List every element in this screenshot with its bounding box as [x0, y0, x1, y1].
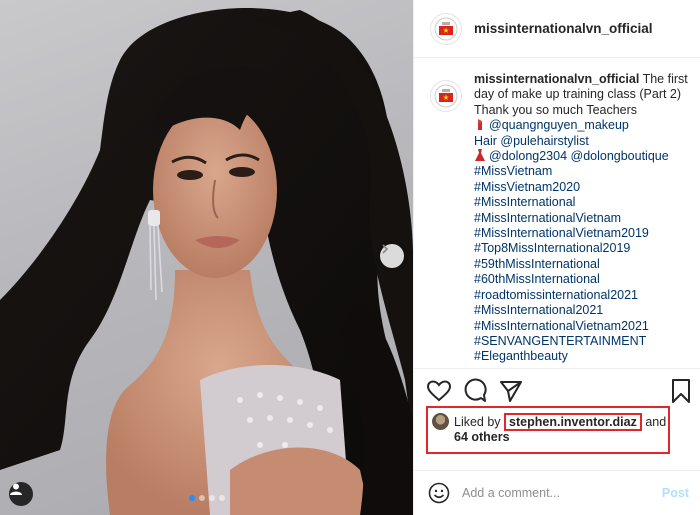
liked-by-label: Liked by: [454, 415, 501, 429]
caption-area: missinternationalvn_official The first d…: [430, 72, 700, 368]
post-comment-button[interactable]: Post: [662, 486, 689, 500]
lipstick-emoji-icon: [478, 119, 482, 131]
bookmark-icon[interactable]: [668, 378, 694, 404]
hashtag-link[interactable]: #MissInternationalVietnam2019: [474, 226, 689, 241]
mention-link[interactable]: Hair @pulehairstylist: [474, 134, 689, 149]
caption-username[interactable]: missinternationalvn_official: [474, 72, 639, 86]
comment-bar: Post: [414, 470, 700, 515]
hashtag-link[interactable]: #59thMissInternational: [474, 257, 689, 272]
post-header: missinternationalvn_official: [414, 0, 700, 58]
carousel-indicators: [0, 495, 413, 501]
likes-section: Liked by stephen.inventor.diaz and 64 ot…: [426, 406, 670, 454]
hashtag-link[interactable]: #SENVANGENTERTAINMENT: [474, 334, 689, 349]
hashtag-link[interactable]: #60thMissInternational: [474, 272, 689, 287]
caption-line: Thank you so much Teachers: [474, 102, 638, 117]
avatar[interactable]: [430, 12, 462, 45]
hashtag-link[interactable]: #MissInternationalVietnam2021: [474, 319, 689, 334]
carousel-dot: [218, 495, 225, 501]
likes-and-label: and: [645, 415, 667, 429]
post-author-username[interactable]: missinternationalvn_official: [474, 21, 653, 36]
likes-text: Liked by stephen.inventor.diaz and: [454, 413, 666, 431]
liker-avatar[interactable]: [432, 413, 449, 430]
hashtag-link[interactable]: #Top8MissInternational2019: [474, 241, 689, 256]
mention-link[interactable]: @quangnguyen_makeup: [489, 118, 629, 132]
caption-line: The first: [642, 72, 688, 86]
comment-input[interactable]: [462, 486, 642, 500]
hashtag-link[interactable]: #MissInternationalVietnam: [474, 211, 689, 226]
hashtag-link[interactable]: #MissVietnam2020: [474, 180, 689, 195]
caption-line-makeup: @quangnguyen_makeup: [474, 118, 689, 133]
carousel-dot: [198, 495, 205, 501]
chevron-right-icon: [382, 244, 389, 254]
caption-line: day of make up training class (Part 2): [474, 87, 682, 102]
hashtag-link[interactable]: #MissInternational2021: [474, 303, 689, 318]
heart-icon[interactable]: [426, 378, 452, 404]
emoji-icon[interactable]: [428, 482, 450, 504]
dress-emoji-icon: [475, 149, 485, 162]
carousel-dot: [188, 495, 195, 501]
share-icon[interactable]: [498, 378, 524, 404]
caption-avatar[interactable]: [430, 80, 462, 112]
carousel-next-button[interactable]: [380, 244, 404, 268]
post-actions: [426, 378, 694, 406]
likes-others-link[interactable]: 64 others: [454, 430, 510, 444]
liker-username[interactable]: stephen.inventor.diaz: [504, 413, 642, 431]
caption-line-dress: @dolong2304 @dolongboutique: [474, 149, 689, 164]
account-logo-icon: [434, 17, 458, 40]
divider: [414, 368, 700, 369]
user-icon: [10, 483, 22, 495]
hashtag-link[interactable]: #roadtomissinternational2021: [474, 288, 689, 303]
post-details-panel: missinternationalvn_official missinterna…: [413, 0, 700, 515]
mention-link[interactable]: @dolong2304 @dolongboutique: [489, 149, 669, 163]
hashtag-link[interactable]: #MissInternational: [474, 195, 689, 210]
portrait-image: [0, 8, 413, 515]
carousel-dot: [208, 495, 215, 501]
account-logo-icon: [434, 84, 458, 108]
post-photo[interactable]: [0, 0, 413, 515]
hashtag-link[interactable]: #MissVietnam: [474, 164, 689, 179]
comment-icon[interactable]: [462, 378, 488, 404]
tagged-users-button[interactable]: [9, 482, 33, 506]
hashtag-link[interactable]: #Eleganthbeauty: [474, 349, 689, 364]
caption-text: missinternationalvn_official The first d…: [474, 72, 689, 365]
